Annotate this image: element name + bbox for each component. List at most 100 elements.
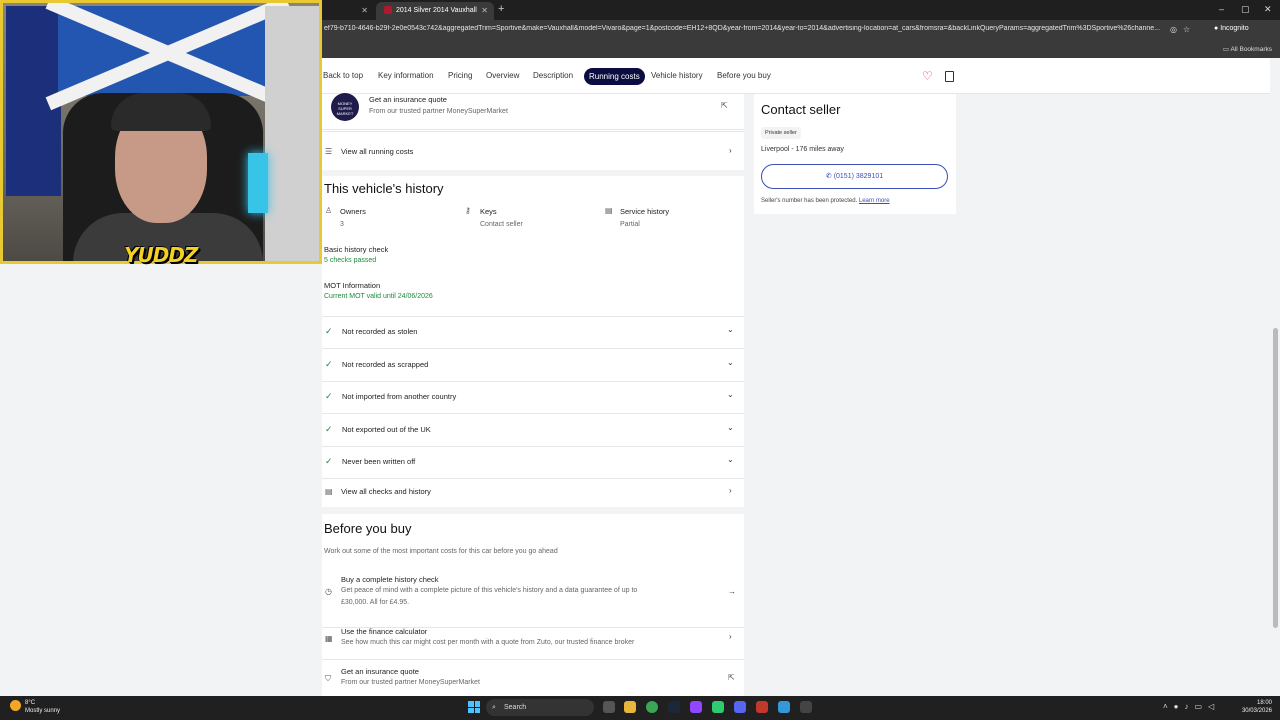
calculator-icon: ▦ [325,634,333,643]
file-explorer-icon[interactable] [624,701,636,713]
nav-running-costs[interactable]: Running costs [584,68,645,85]
divider [322,446,744,447]
weather-sun-icon [10,700,21,711]
browser-tab[interactable]: ✕ [322,2,374,20]
call-seller-button[interactable]: ✆ (0151) 3829101 [761,164,948,189]
chevron-down-icon[interactable]: ⌄ [727,390,734,399]
compare-clipboard-icon[interactable] [945,71,954,82]
weather-temp: 8°C [25,700,36,706]
chevron-down-icon[interactable]: ⌄ [727,358,734,367]
divider [322,478,744,479]
divider [322,348,744,349]
weather-desc: Mostly sunny [25,708,61,714]
check-scrapped[interactable]: Not recorded as scrapped [342,360,428,369]
star-icon[interactable]: ☆ [1183,25,1196,34]
check-imported[interactable]: Not imported from another country [342,392,456,401]
view-running-costs-link[interactable]: View all running costs [341,147,413,156]
view-all-checks-link[interactable]: View all checks and history [341,487,431,496]
chevron-right-icon[interactable]: › [729,146,732,155]
minimize-icon[interactable]: – [1219,4,1224,14]
check-written-off[interactable]: Never been written off [342,457,415,466]
app-icon[interactable] [778,701,790,713]
all-bookmarks[interactable]: ▭ All Bookmarks [1223,45,1272,53]
weather-widget[interactable]: 8°C Mostly sunny [25,699,60,715]
seller-phone: (0151) 3829101 [833,173,884,180]
tray-app-icon[interactable]: ● [1174,702,1185,711]
history-check-title[interactable]: Buy a complete history check [341,575,439,584]
contact-seller-title: Contact seller [761,102,841,117]
start-button-icon[interactable] [468,701,480,713]
divider [322,131,744,132]
chevron-right-icon[interactable]: › [729,486,732,495]
streamer-logo: YUDDZ [124,243,198,267]
check-icon: ✓ [325,424,333,434]
chevron-down-icon[interactable]: ⌄ [727,455,734,464]
chevron-down-icon[interactable]: ⌄ [727,325,734,334]
task-view-icon[interactable] [603,701,615,713]
divider [322,129,744,130]
insurance-title[interactable]: Get an insurance quote [369,95,447,104]
volume-icon[interactable]: ◁ [1208,702,1220,711]
basic-check-label: Basic history check [324,245,389,254]
maximize-icon[interactable]: ▢ [1241,4,1250,15]
page-scrollbar[interactable] [1270,58,1280,696]
url-field[interactable]: ef79-b710-4646-b29f-2e0e0543c742&aggrega… [324,25,1164,32]
external-link-icon[interactable]: ⇱ [728,673,735,682]
mic-icon[interactable]: ♪ [1185,702,1195,711]
divider [322,659,744,660]
twitch-icon[interactable] [690,701,702,713]
owners-value: 3 [340,221,344,228]
chevron-right-icon[interactable]: › [729,632,732,641]
discord-icon[interactable] [734,701,746,713]
nav-overview[interactable]: Overview [486,71,519,80]
scrollbar-thumb[interactable] [1273,328,1278,628]
clock-icon: ◷ [325,587,332,596]
incognito-label: Incognito [1220,25,1249,32]
seller-location: Liverpool - 176 miles away [761,146,844,153]
clock-time: 18:00 [1256,700,1272,706]
nav-description[interactable]: Description [533,71,573,80]
nav-vehicle-history[interactable]: Vehicle history [651,71,703,80]
close-tab-icon[interactable]: ✕ [361,2,368,20]
divider [322,413,744,414]
check-icon: ✓ [325,326,333,336]
close-window-icon[interactable]: ✕ [1264,4,1272,15]
steam-icon[interactable] [668,701,680,713]
taskbar-search[interactable]: ⌕ Search [486,699,594,716]
history-check-desc: Get peace of mind with a complete pictur… [341,587,638,594]
check-stolen[interactable]: Not recorded as stolen [342,327,417,336]
address-bar-icons: ◎☆ [1170,25,1196,34]
nav-key-information[interactable]: Key information [378,71,434,80]
nav-back-to-top[interactable]: Back to top [323,71,363,80]
chevron-up-icon[interactable]: ˄ [1163,702,1174,711]
check-exported[interactable]: Not exported out of the UK [342,425,431,434]
shield-icon: ⛉ [325,674,331,683]
clock-date: 30/03/2026 [1241,708,1272,714]
app-icon[interactable] [712,701,724,713]
chrome-icon[interactable] [646,701,658,713]
browser-tab-active[interactable]: 2014 Silver 2014 Vauxhall Vivaro ✕ [376,2,494,32]
clock[interactable]: 18:00 30/03/2026 [1240,699,1272,715]
close-tab-icon[interactable]: ✕ [481,2,488,20]
incognito-badge[interactable]: ● Incognito [1214,25,1249,32]
app-icon[interactable] [800,701,812,713]
owners-label: Owners [340,207,366,216]
finance-calculator-title[interactable]: Use the finance calculator [341,627,427,636]
learn-more-link[interactable]: Learn more [859,198,890,204]
nav-pricing[interactable]: Pricing [448,71,472,80]
nav-before-you-buy[interactable]: Before you buy [717,71,771,80]
chevron-down-icon[interactable]: ⌄ [727,423,734,432]
new-tab-icon[interactable]: + [498,3,504,15]
arrow-right-icon[interactable]: → [728,587,736,596]
search-icon: ⌕ [492,704,496,711]
check-icon: ✓ [325,391,333,401]
service-book-icon: ▤ [605,206,613,215]
app-icon[interactable] [756,701,768,713]
external-link-icon[interactable]: ⇱ [721,101,728,110]
insurance-quote-title[interactable]: Get an insurance quote [341,667,419,676]
save-heart-icon[interactable]: ♡ [922,69,933,83]
private-seller-badge: Private seller [761,127,801,139]
eye-off-icon[interactable]: ◎ [1170,25,1183,34]
network-icon[interactable]: ▭ [1195,702,1209,711]
finance-calculator-desc: See how much this car might cost per mon… [341,639,635,646]
